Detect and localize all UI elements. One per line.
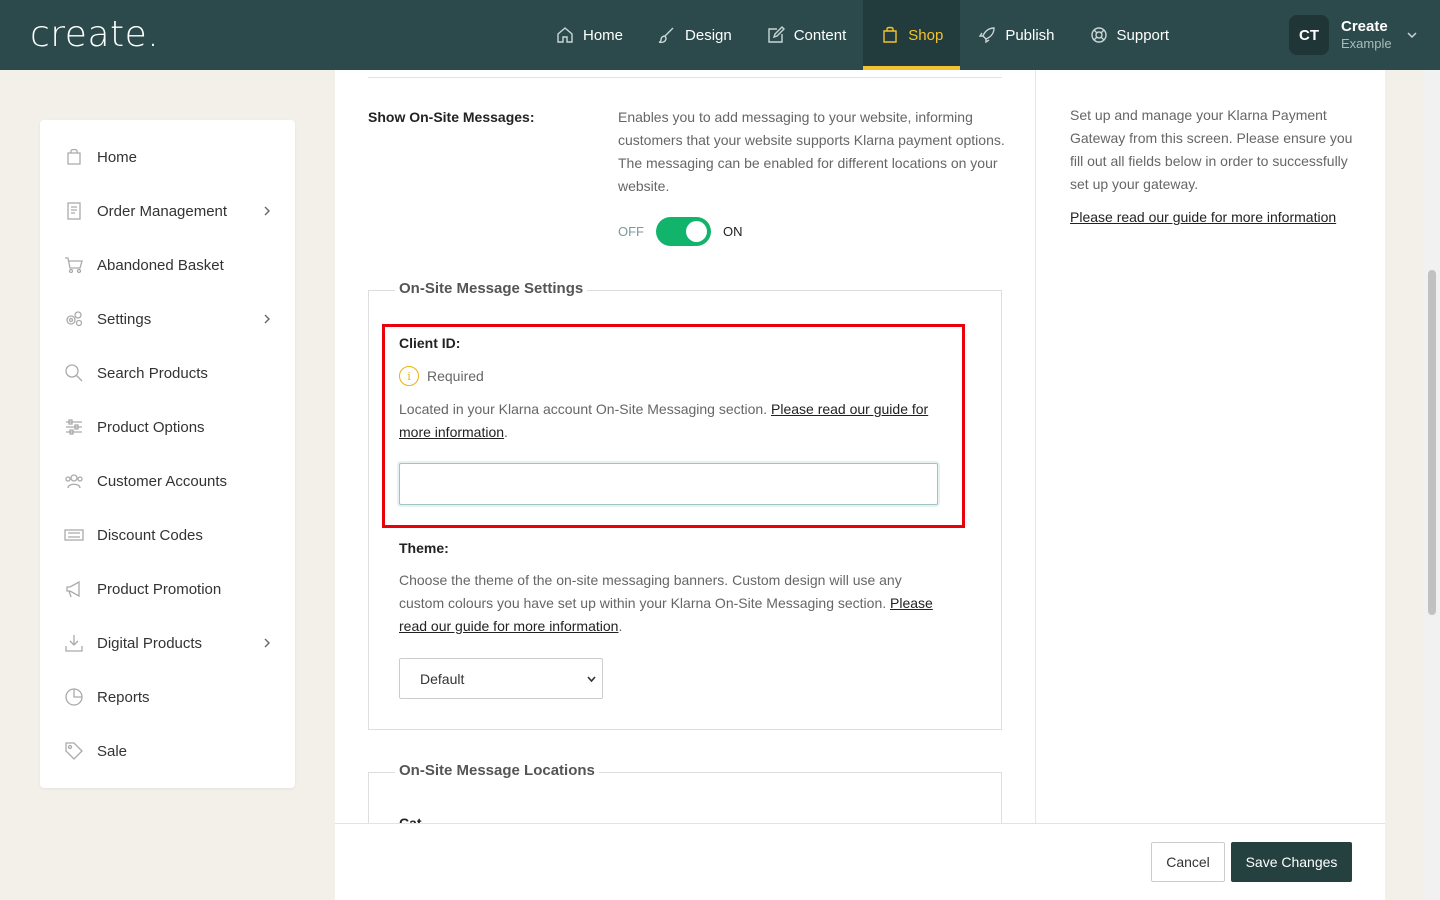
locations-legend: On-Site Message Locations [395, 762, 599, 779]
user-menu[interactable]: CT Create Example [1289, 15, 1418, 55]
nav-shop[interactable]: Shop [863, 0, 961, 70]
sidebar-item-abandoned-basket[interactable]: Abandoned Basket [40, 238, 295, 292]
gears-icon [66, 311, 83, 327]
client-id-description: Located in your Klarna account On-Site M… [399, 401, 929, 440]
document-icon [67, 202, 81, 220]
home-icon [557, 27, 573, 43]
main-nav: Home Design Content Shop Publish Support [538, 0, 1186, 70]
bag-icon [67, 148, 81, 165]
sidebar-item-reports[interactable]: Reports [40, 670, 295, 724]
nav-home[interactable]: Home [538, 0, 640, 70]
bag-icon [883, 26, 897, 43]
cart-icon [65, 257, 83, 274]
rocket-icon [979, 27, 996, 44]
save-changes-button[interactable]: Save Changes [1231, 842, 1352, 882]
sidebar-item-digital-products[interactable]: Digital Products [40, 616, 295, 670]
scrollbar-thumb[interactable] [1428, 270, 1436, 615]
sidebar-item-order-management[interactable]: Order Management [40, 184, 295, 238]
sidebar-item-product-promotion[interactable]: Product Promotion [40, 562, 295, 616]
toggle-on-label: ON [723, 224, 743, 239]
sidebar-item-search-products[interactable]: Search Products [40, 346, 295, 400]
chevron-down-icon [587, 676, 596, 683]
sliders-icon [66, 419, 82, 435]
show-messages-toggle[interactable] [656, 217, 711, 246]
toggle-knob [686, 221, 707, 242]
show-messages-description: Enables you to add messaging to your web… [618, 109, 1005, 194]
locations-first-label: Cat... [399, 816, 433, 823]
chevron-right-icon [264, 314, 270, 324]
cancel-button[interactable]: Cancel [1151, 842, 1225, 882]
client-id-label: Client ID: [399, 335, 461, 351]
chevron-down-icon [1407, 32, 1417, 39]
megaphone-icon [66, 580, 80, 598]
theme-label: Theme: [399, 540, 449, 556]
avatar: CT [1289, 15, 1329, 55]
nav-publish[interactable]: Publish [960, 0, 1071, 70]
download-icon [65, 635, 83, 652]
nav-design[interactable]: Design [640, 0, 749, 70]
sidebar-item-settings[interactable]: Settings [40, 292, 295, 346]
divider [368, 77, 1002, 78]
toggle-off-label: OFF [618, 224, 644, 239]
theme-description: Choose the theme of the on-site messagin… [399, 572, 933, 634]
top-navigation: create. Home Design Content Shop Publish… [0, 0, 1440, 70]
required-indicator: i Required [399, 366, 484, 386]
info-text: Set up and manage your Klarna Payment Ga… [1070, 107, 1353, 192]
info-panel: Set up and manage your Klarna Payment Ga… [1035, 70, 1385, 900]
theme-select[interactable]: Default [399, 658, 603, 699]
tag-icon [65, 742, 83, 760]
form-footer [335, 823, 1385, 900]
client-id-input[interactable] [399, 463, 938, 505]
ticket-icon [64, 529, 84, 541]
create-logo[interactable]: create. [30, 14, 159, 55]
pie-chart-icon [65, 688, 83, 706]
lifebuoy-icon [1090, 27, 1107, 43]
sidebar-item-customer-accounts[interactable]: Customer Accounts [40, 454, 295, 508]
search-icon [65, 364, 83, 382]
user-name: Create [1341, 18, 1388, 36]
brush-icon [658, 27, 674, 44]
shop-sidebar: Home Order Management Abandoned Basket S… [40, 120, 295, 788]
sidebar-item-discount-codes[interactable]: Discount Codes [40, 508, 295, 562]
nav-support[interactable]: Support [1072, 0, 1187, 70]
users-icon [65, 474, 83, 489]
info-guide-link[interactable]: Please read our guide for more informati… [1070, 209, 1336, 225]
sidebar-item-product-options[interactable]: Product Options [40, 400, 295, 454]
info-icon: i [399, 366, 419, 386]
settings-legend: On-Site Message Settings [395, 280, 588, 297]
page-scrollbar[interactable] [1424, 70, 1440, 900]
edit-icon [768, 26, 785, 43]
site-name: Example [1341, 36, 1392, 52]
show-messages-toggle-group: OFF ON [618, 217, 743, 246]
show-messages-label: Show On-Site Messages: [368, 109, 535, 125]
nav-content[interactable]: Content [749, 0, 864, 70]
sidebar-item-home[interactable]: Home [40, 130, 295, 184]
chevron-right-icon [264, 206, 270, 216]
sidebar-item-sale[interactable]: Sale [40, 724, 295, 778]
chevron-right-icon [264, 638, 270, 648]
